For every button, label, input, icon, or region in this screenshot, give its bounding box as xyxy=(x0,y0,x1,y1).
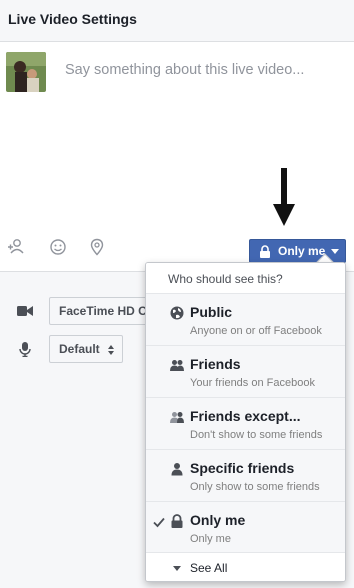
privacy-dropdown: Who should see this? Public Anyone on or… xyxy=(145,262,346,582)
globe-icon xyxy=(170,306,184,320)
chevron-down-icon xyxy=(331,248,340,254)
option-description: Anyone on or off Facebook xyxy=(190,325,322,337)
updown-chevron-icon xyxy=(108,344,115,355)
microphone-select-value: Default xyxy=(59,342,100,356)
video-camera-icon xyxy=(17,306,33,316)
composer: Say something about this live video... O… xyxy=(0,42,354,272)
title-bar: Live Video Settings xyxy=(0,0,354,42)
privacy-option-friends-except[interactable]: Friends except... Don't show to some fri… xyxy=(146,397,345,449)
microphone-select[interactable]: Default xyxy=(49,335,123,363)
option-label: Public xyxy=(190,304,233,320)
microphone-icon xyxy=(19,342,31,357)
privacy-option-specific-friends[interactable]: Specific friends Only show to some frien… xyxy=(146,449,345,501)
status-input[interactable]: Say something about this live video... xyxy=(65,62,304,78)
privacy-option-public[interactable]: Public Anyone on or off Facebook xyxy=(146,293,345,345)
friends-except-icon xyxy=(170,412,184,423)
see-all-label: See All xyxy=(190,561,228,575)
specific-friend-icon xyxy=(171,463,183,476)
location-pin-icon[interactable] xyxy=(88,238,106,256)
tag-friends-icon[interactable] xyxy=(7,238,25,256)
friends-icon xyxy=(170,360,184,371)
avatar xyxy=(6,52,46,92)
triangle-down-icon xyxy=(173,566,181,571)
feeling-icon[interactable] xyxy=(49,238,67,256)
option-description: Only me xyxy=(190,533,231,545)
option-description: Your friends on Facebook xyxy=(190,377,315,389)
option-label: Specific friends xyxy=(190,460,295,476)
camera-select-value: FaceTime HD C xyxy=(59,304,147,318)
privacy-button-label: Only me xyxy=(278,244,326,258)
see-all-option[interactable]: See All xyxy=(146,552,345,581)
option-label: Friends except... xyxy=(190,408,301,424)
page-title: Live Video Settings xyxy=(8,11,137,27)
option-description: Only show to some friends xyxy=(190,481,320,493)
lock-icon xyxy=(260,244,270,258)
dropdown-header: Who should see this? xyxy=(146,263,345,293)
option-label: Only me xyxy=(190,512,246,528)
arrow-annotation xyxy=(273,168,295,226)
option-description: Don't show to some friends xyxy=(190,429,323,441)
lock-icon xyxy=(171,514,183,528)
checkmark-icon xyxy=(153,517,165,528)
camera-select[interactable]: FaceTime HD C xyxy=(49,297,149,325)
option-label: Friends xyxy=(190,356,241,372)
privacy-option-friends[interactable]: Friends Your friends on Facebook xyxy=(146,345,345,397)
privacy-option-only-me[interactable]: Only me Only me xyxy=(146,501,345,553)
